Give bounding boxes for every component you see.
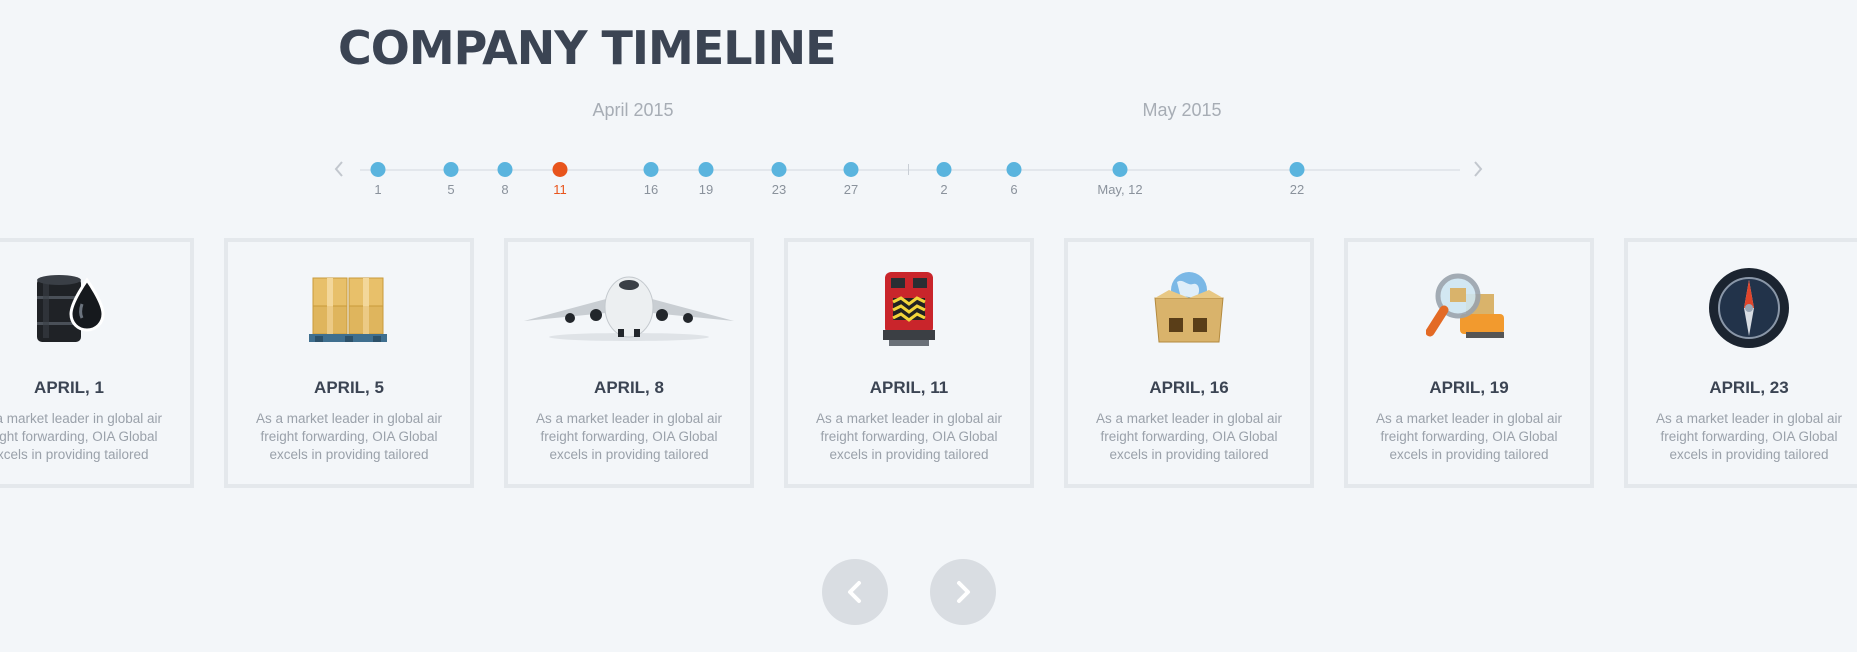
timeline-dot-label: 1 xyxy=(374,182,382,197)
chevron-left-icon xyxy=(334,161,343,177)
timeline-prev-button[interactable] xyxy=(326,156,352,182)
timeline-dot[interactable] xyxy=(497,162,513,177)
timeline-dot-label: 16 xyxy=(643,182,659,197)
month-label-may: May 2015 xyxy=(1142,100,1222,120)
timeline-dot[interactable] xyxy=(1006,162,1022,177)
carousel-next-button[interactable] xyxy=(930,559,996,625)
month-separator xyxy=(908,164,909,175)
pallet-boxes-icon xyxy=(228,266,470,350)
timeline-dot-active[interactable] xyxy=(552,162,568,177)
card-date: APRIL, 1 xyxy=(34,378,104,397)
timeline-dot[interactable] xyxy=(443,162,459,177)
timeline-dot-label: 27 xyxy=(843,182,859,197)
oil-barrel-icon xyxy=(0,266,190,350)
card-text: As a market leader in global air freight… xyxy=(1375,411,1563,462)
card-date: APRIL, 11 xyxy=(869,378,949,397)
timeline-dot[interactable] xyxy=(698,162,714,177)
timeline-dot-label: 8 xyxy=(501,182,509,197)
card-date: APRIL, 19 xyxy=(1429,378,1509,397)
globe-box-icon xyxy=(1068,266,1310,350)
chevron-right-icon xyxy=(957,581,970,603)
timeline-dot[interactable] xyxy=(1289,162,1305,177)
timeline-dot-label: 22 xyxy=(1289,182,1305,197)
card-date: APRIL, 8 xyxy=(594,378,664,397)
timeline-dot[interactable] xyxy=(643,162,659,177)
carousel-prev-button[interactable] xyxy=(822,559,888,625)
card-date: APRIL, 16 xyxy=(1149,378,1229,397)
card-text: As a market leader in global air freight… xyxy=(815,411,1003,462)
card-text: As a market leader in global air freight… xyxy=(1095,411,1283,462)
timeline-dot[interactable] xyxy=(1112,162,1128,177)
chevron-left-icon xyxy=(848,581,861,603)
timeline-card[interactable]: APRIL, 23 As a market leader in global a… xyxy=(1624,238,1857,488)
timeline-card[interactable]: APRIL, 11 As a market leader in global a… xyxy=(784,238,1034,488)
compass-icon xyxy=(1628,266,1857,350)
timeline-dot[interactable] xyxy=(771,162,787,177)
card-date: APRIL, 5 xyxy=(314,378,384,397)
locomotive-icon xyxy=(788,266,1030,350)
card-text: As a market leader in global air freight… xyxy=(1655,411,1843,462)
timeline-dot-label: 19 xyxy=(698,182,714,197)
card-text: As a market leader in global air freight… xyxy=(535,411,723,462)
timeline-card[interactable]: APRIL, 5 As a market leader in global ai… xyxy=(224,238,474,488)
magnifier-truck-icon xyxy=(1348,266,1590,350)
timeline-dot-label: 2 xyxy=(940,182,948,197)
timeline-card[interactable]: APRIL, 1 As a market leader in global ai… xyxy=(0,238,194,488)
timeline-card[interactable]: APRIL, 8 As a market leader in global ai… xyxy=(504,238,754,488)
timeline-dot-label: 23 xyxy=(771,182,787,197)
chevron-right-icon xyxy=(1474,161,1483,177)
timeline-dot[interactable] xyxy=(936,162,952,177)
timeline-dot[interactable] xyxy=(843,162,859,177)
card-text: As a market leader in global air freight… xyxy=(255,411,443,462)
card-date: APRIL, 23 xyxy=(1709,378,1789,397)
timeline-dot-label-active: 11 xyxy=(553,182,567,197)
timeline-card[interactable]: APRIL, 19 As a market leader in global a… xyxy=(1344,238,1594,488)
timeline-dot-label: May, 12 xyxy=(1097,182,1143,197)
card-text: As a market leader in global air freight… xyxy=(0,411,163,462)
timeline-card[interactable]: APRIL, 16 As a market leader in global a… xyxy=(1064,238,1314,488)
timeline-dot-label: 6 xyxy=(1010,182,1018,197)
timeline-dot-label: 5 xyxy=(447,182,455,197)
month-label-april: April 2015 xyxy=(592,100,674,120)
page-title: COMPANY TIMELINE xyxy=(338,21,837,75)
timeline-dot[interactable] xyxy=(370,162,386,177)
airplane-icon xyxy=(508,266,750,350)
timeline-next-button[interactable] xyxy=(1465,156,1491,182)
